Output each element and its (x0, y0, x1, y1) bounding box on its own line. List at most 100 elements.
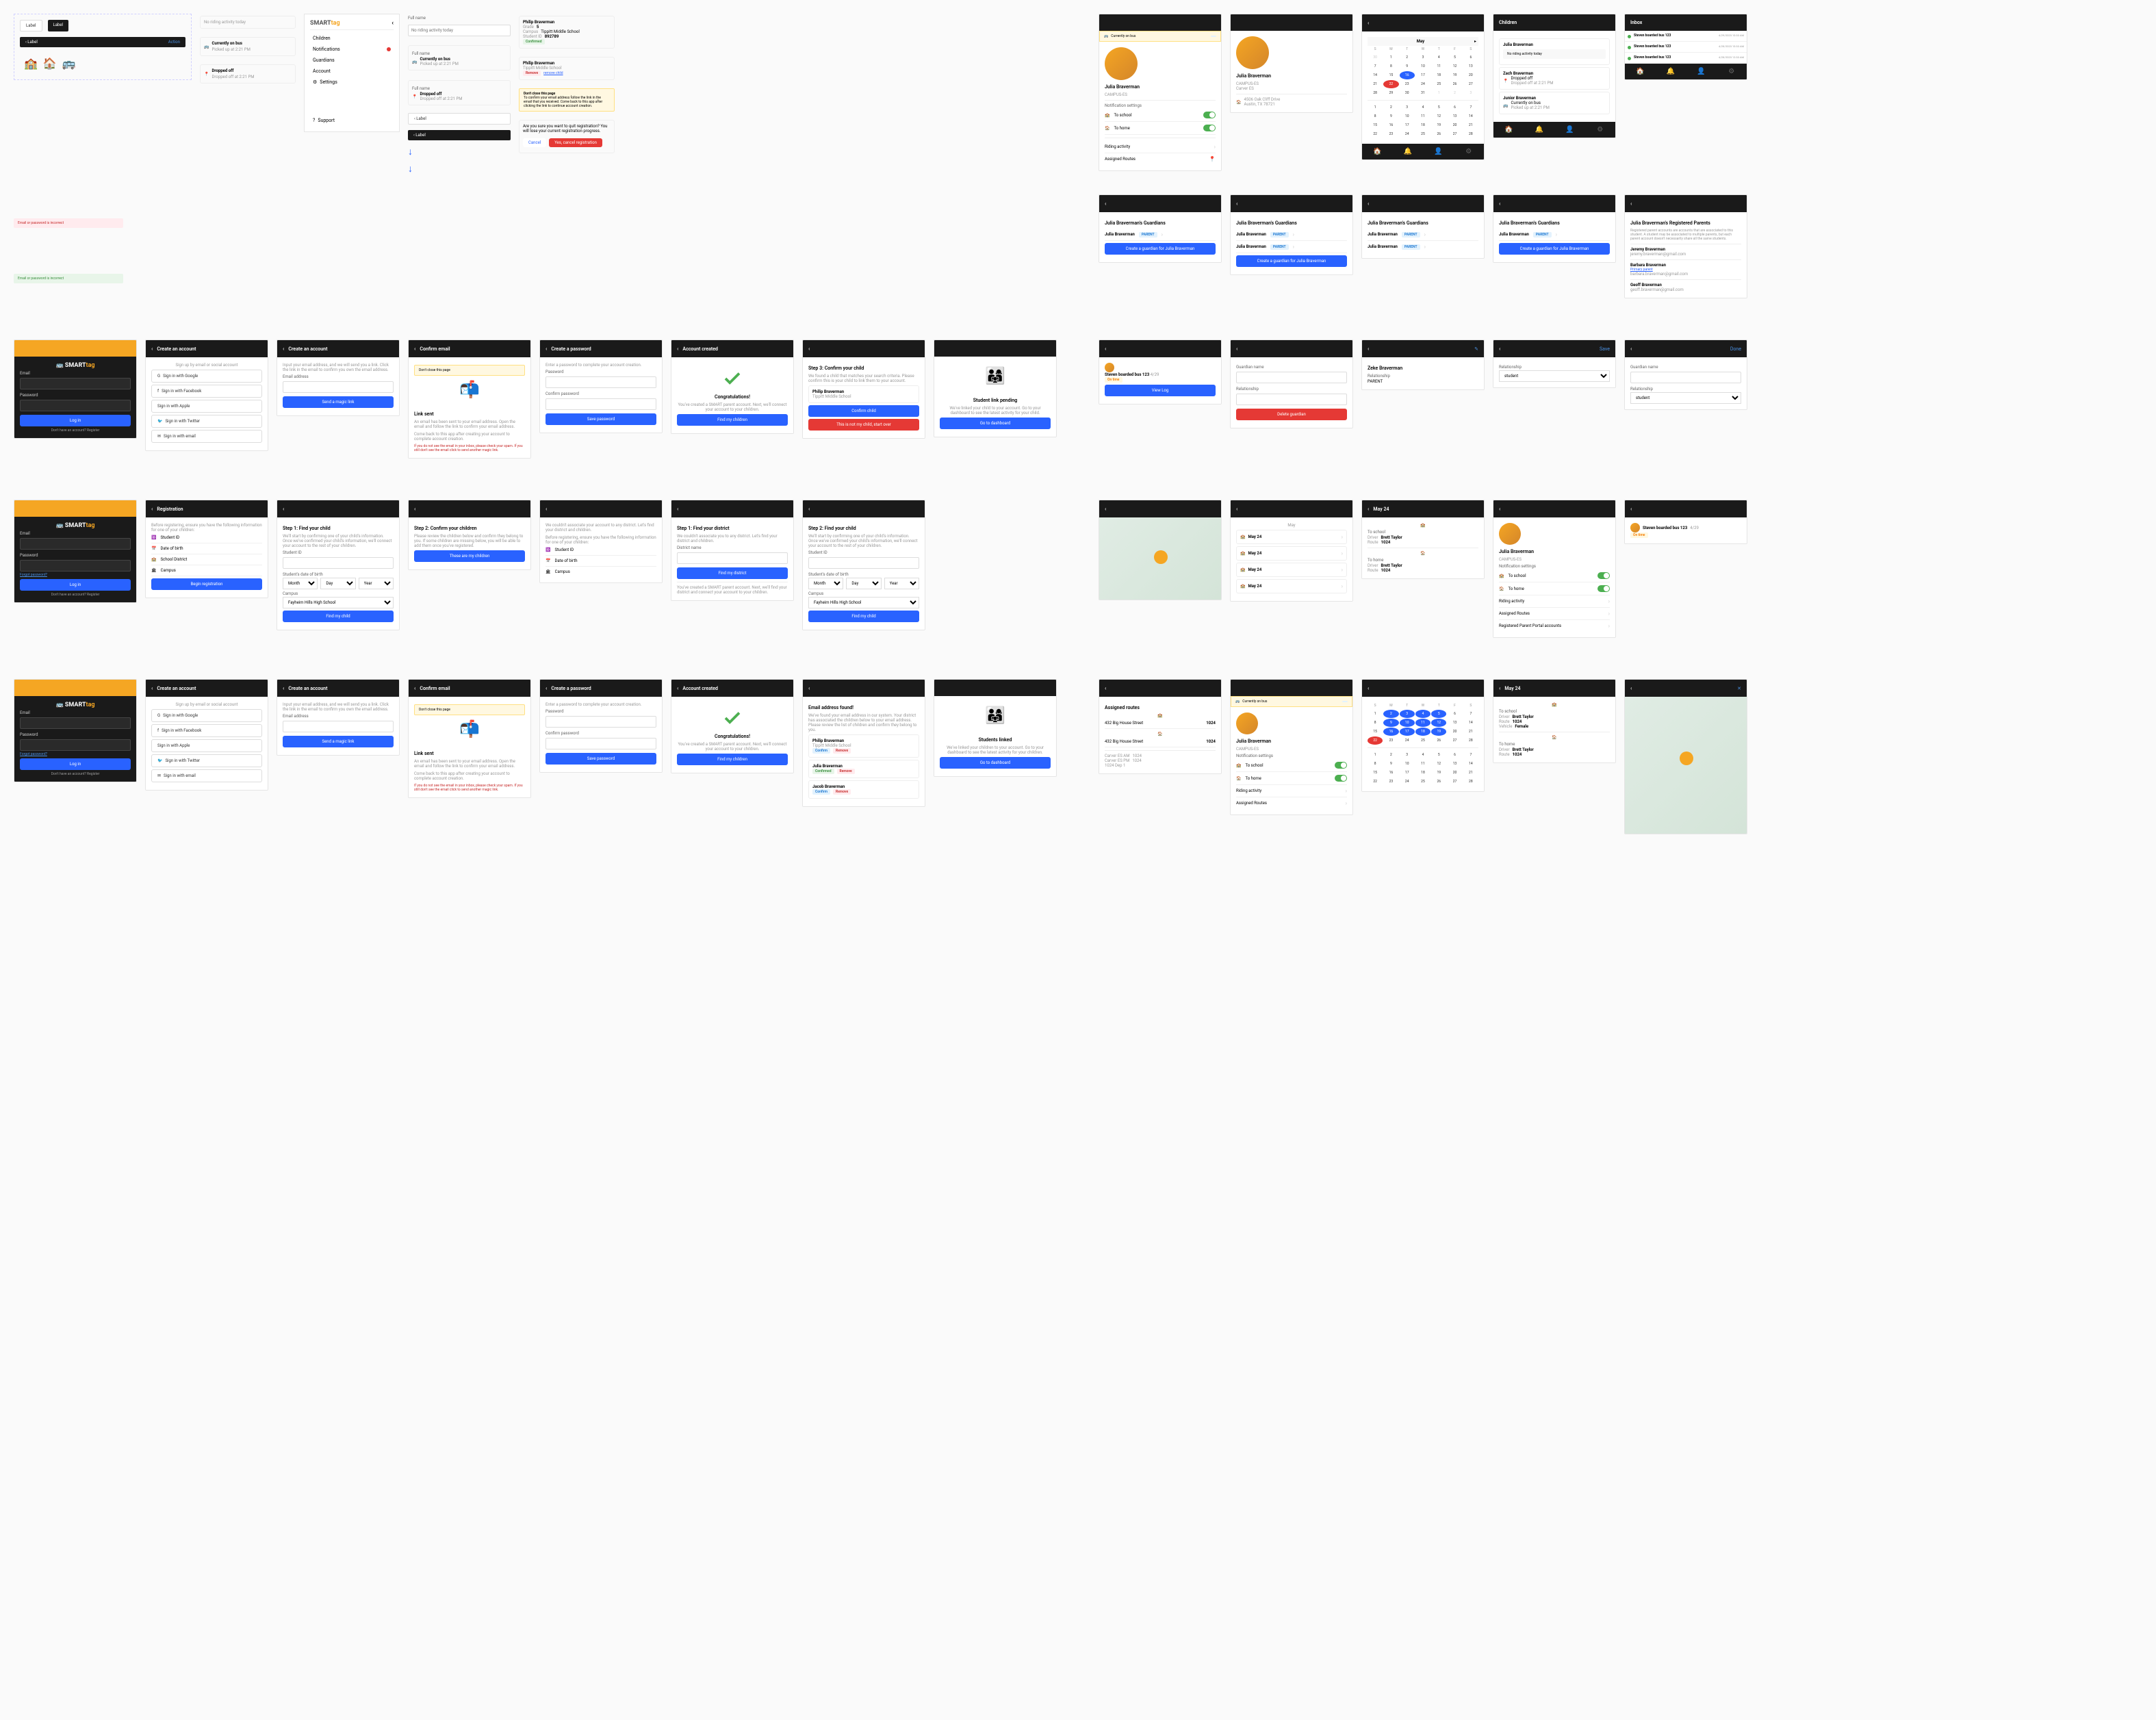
email-input[interactable] (283, 381, 394, 393)
google-button[interactable]: G Sign in with Google (151, 370, 262, 383)
find-district-button[interactable]: Find my district (677, 567, 788, 579)
calendar-grid[interactable]: SMTWTFS 30123456 78910111213 14151617181… (1368, 46, 1478, 97)
facebook-button[interactable]: f Sign in with Facebook (151, 385, 262, 398)
month-select[interactable]: Month (283, 578, 318, 589)
send-link-button[interactable]: Send a magic link (283, 736, 394, 747)
guardian-name-input[interactable] (1630, 372, 1741, 383)
login-button[interactable]: Log in (20, 758, 131, 770)
confirm-password-input[interactable] (546, 738, 656, 749)
relationship-select[interactable]: student (1630, 392, 1741, 404)
tab-bell[interactable]: 🔔 (1393, 148, 1424, 155)
student-pin[interactable] (1154, 550, 1168, 564)
edit-button[interactable]: ✎ (1474, 346, 1478, 352)
twitter-button[interactable]: 🐦 Sign in with Twitter (151, 415, 262, 428)
child-card[interactable]: Julia Braverman No riding activity today (1499, 38, 1610, 65)
back-button[interactable]: ‹ (1105, 201, 1106, 207)
tab-dark[interactable]: Label (48, 20, 69, 31)
inbox-item[interactable]: Steven boarded bus 1234/29/2023 10:33 AM (1625, 31, 1747, 42)
remove-badge[interactable]: Remove (523, 70, 541, 76)
create-guardian-button[interactable]: Create a guardian for Julia Braverman (1236, 255, 1347, 267)
tab-bar[interactable]: 🏠 🔔 👤 ⚙ (1362, 144, 1484, 159)
map-view[interactable] (1625, 697, 1747, 834)
campus-select[interactable]: Fayheim Hills High School (283, 597, 394, 608)
google-button[interactable]: G Sign in with Google (151, 709, 262, 722)
sidebar-item-notifications[interactable]: Notifications (310, 44, 394, 55)
email-button[interactable]: ✉ Sign in with email (151, 769, 262, 782)
find-child-button[interactable]: Find my child (283, 611, 394, 622)
not-my-child-button[interactable]: This is not my child, start over (808, 419, 919, 431)
student-card[interactable]: Philip Braverman Grade 5 Campus Tippitt … (519, 16, 615, 49)
delete-guardian-button[interactable]: Delete guardian (1236, 409, 1347, 420)
remove-child-link[interactable]: remove child (543, 71, 563, 75)
fullname-input[interactable] (408, 25, 511, 36)
password-input[interactable] (20, 739, 131, 751)
apple-button[interactable]: Sign in with Apple (151, 400, 262, 413)
student-id-input[interactable] (808, 557, 919, 569)
campus-select[interactable]: Fayheim Hills High School (808, 597, 919, 608)
trip-row[interactable]: 🏫 May 24› (1236, 530, 1347, 544)
begin-registration-button[interactable]: Begin registration (151, 578, 262, 590)
confirm-children-button[interactable]: These are my children (414, 550, 525, 562)
password-input[interactable] (546, 716, 656, 728)
save-password-button[interactable]: Save password (546, 753, 656, 765)
confirm-child-button[interactable]: Confirm child (808, 405, 919, 417)
riding-activity-row[interactable]: Riding activity› (1105, 141, 1216, 153)
assigned-routes-row[interactable]: Assigned Routes📍 (1105, 153, 1216, 165)
sidebar-item-guardians[interactable]: Guardians (310, 55, 394, 66)
relationship-select[interactable]: student (1499, 370, 1610, 382)
sidebar-item-support[interactable]: ? Support (310, 115, 394, 126)
riding-activity-row[interactable]: Riding activity› (1499, 595, 1610, 608)
assigned-routes-row[interactable]: Assigned Routes› (1499, 608, 1610, 620)
create-guardian-button[interactable]: Create a guardian for Julia Braverman (1499, 243, 1610, 255)
toggle-on[interactable] (1203, 125, 1216, 131)
confirm-password-input[interactable] (546, 398, 656, 410)
view-log-button[interactable]: View Log (1105, 385, 1216, 396)
child-card[interactable]: Zach Braverman 📍Dropped offDropped off a… (1499, 67, 1610, 90)
email-input[interactable] (20, 717, 131, 729)
tab-profile[interactable]: 👤 (1423, 148, 1454, 155)
toschool-toggle-row[interactable]: 🏫 To school (1105, 109, 1216, 122)
guardian-row[interactable]: Julia Braverman PARENT› (1105, 229, 1216, 241)
save-button[interactable]: Save (1600, 346, 1610, 352)
tohome-toggle-row[interactable]: 🏠 To home (1105, 122, 1216, 135)
password-input[interactable] (546, 376, 656, 388)
student-id-input[interactable] (283, 557, 394, 569)
register-link[interactable]: Don't have an account? Register (20, 428, 131, 433)
find-child-button[interactable]: Find my child (808, 611, 919, 622)
tab-home[interactable]: 🏠 (1362, 148, 1393, 155)
password-input[interactable] (20, 400, 131, 411)
twitter-button[interactable]: 🐦 Sign in with Twitter (151, 754, 262, 767)
tab-light[interactable]: Label (20, 20, 42, 31)
tab-settings[interactable]: ⚙ (1454, 148, 1485, 155)
apple-button[interactable]: Sign in with Apple (151, 739, 262, 752)
sidebar-item-account[interactable]: Account (310, 66, 394, 77)
registered-parents-row[interactable]: Registered Parent Portal accounts› (1499, 620, 1610, 632)
facebook-button[interactable]: f Sign in with Facebook (151, 724, 262, 737)
login-button[interactable]: Log in (20, 415, 131, 426)
dashboard-button[interactable]: Go to dashboard (940, 757, 1051, 769)
dashboard-button[interactable]: Go to dashboard (940, 418, 1051, 429)
map-view[interactable] (1099, 517, 1221, 600)
onbus-banner[interactable]: 🚌 Currently on bus (1099, 31, 1221, 42)
done-button[interactable]: Done (1730, 346, 1741, 352)
cancel-button[interactable]: Cancel (523, 138, 546, 147)
create-guardian-button[interactable]: Create a guardian for Julia Braverman (1105, 243, 1216, 255)
trip-row[interactable]: 🏫 May 24› (1236, 546, 1347, 561)
district-input[interactable] (677, 552, 788, 564)
save-password-button[interactable]: Save password (546, 413, 656, 425)
back-button[interactable]: ‹ (1368, 20, 1369, 26)
email-button[interactable]: ✉ Sign in with email (151, 430, 262, 443)
forgot-link[interactable]: Forgot password? (20, 573, 131, 577)
email-input[interactable] (20, 378, 131, 389)
password-input[interactable] (20, 560, 131, 572)
trip-row[interactable]: 🏫 May 24› (1236, 563, 1347, 577)
sidebar-item-settings[interactable]: ⚙ Settings (310, 77, 394, 88)
sidebar-item-children[interactable]: Children (310, 33, 394, 44)
confirm-quit-button[interactable]: Yes, cancel registration (549, 138, 602, 147)
toggle-on[interactable] (1203, 112, 1216, 118)
relationship-input[interactable] (1236, 394, 1347, 405)
email-input[interactable] (20, 538, 131, 550)
child-card[interactable]: Junior Braverman 🚌Currently on busPicked… (1499, 92, 1610, 114)
day-select[interactable]: Day (320, 578, 355, 589)
send-link-button[interactable]: Send a magic link (283, 396, 394, 408)
